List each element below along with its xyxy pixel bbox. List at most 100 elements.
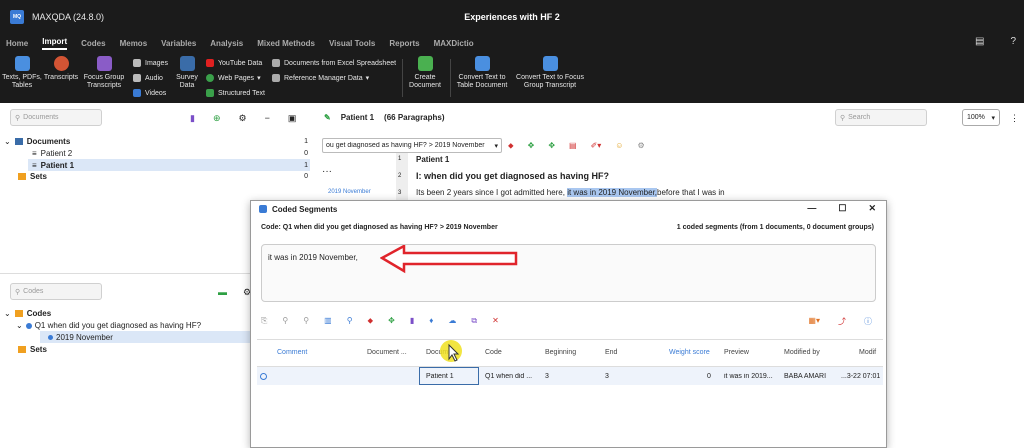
menu-analysis[interactable]: Analysis [210,39,243,48]
images-button[interactable]: Images [133,59,168,67]
cell-weight[interactable]: 0 [707,373,711,380]
menu-home[interactable]: Home [6,39,28,48]
globe-icon [206,74,214,82]
column-header-modified[interactable]: Modif [859,349,876,356]
document-search-input[interactable]: ⚲ Search [835,109,927,126]
highlight-icon[interactable]: ✐▾ [591,141,602,151]
youtube-button[interactable]: YouTube Data [206,59,262,67]
minimize-icon[interactable]: − [265,113,270,124]
menu-variables[interactable]: Variables [161,39,196,48]
code-color-icon[interactable]: ▤ [569,141,577,151]
settings-icon[interactable]: ⚙ [637,141,644,151]
chevron-down-icon: ▾ [257,75,261,82]
column-header-modified-by[interactable]: Modified by [784,349,820,356]
filter-icon[interactable]: ⚲ [282,316,288,326]
web-pages-button[interactable]: Web Pages ▾ [206,74,261,82]
menu-codes[interactable]: Codes [81,39,105,48]
cell-beginning[interactable]: 3 [545,373,549,380]
menu-import[interactable]: Import [42,37,68,50]
document-item-selected[interactable]: ≡ Patient 1 1 [32,160,310,171]
cloud-icon[interactable]: ☁ [448,316,456,326]
delete-icon[interactable]: ✕ [492,316,499,326]
convert-table-button[interactable]: Convert Text to Table Document [454,56,510,90]
save-icon[interactable]: ▤ [975,36,984,47]
code-dropdown[interactable]: ou get diagnosed as having HF? > 2019 No… [322,138,502,153]
red-arrow-annotation [380,245,518,274]
more-icon[interactable]: ··· [322,166,332,177]
cell-document[interactable]: Patient 1 [426,373,454,380]
weight-icon[interactable]: ♦ [429,316,433,326]
copy-icon[interactable]: ⧉ [471,316,477,326]
minimize-icon[interactable]: — [807,203,816,214]
zoom-select[interactable]: 100% ▾ [962,109,1000,126]
texts-pdfs-tables-button[interactable]: Texts, PDFs, Tables [2,56,42,90]
document-icon[interactable]: ▮ [410,316,414,326]
convert-focus-button[interactable]: Convert Text to Focus Group Transcript [514,56,586,90]
survey-data-button[interactable]: Survey Data [174,56,200,90]
document-sets[interactable]: Sets 0 [18,171,310,182]
structured-text-button[interactable]: Structured Text [206,89,265,97]
export-icon[interactable]: ⎘ [261,316,267,326]
documents-search-input[interactable]: ⚲ Documents [10,109,102,126]
texts-label: Texts, PDFs, Tables [2,74,42,89]
documents-root[interactable]: ⌄ Documents 1 [4,136,310,147]
filter-clear-icon[interactable]: ⚲ [303,316,309,326]
code-in-vivo-icon[interactable]: ✥ [548,141,555,151]
margin-code-label[interactable]: 2019 November [328,189,371,195]
columns-icon[interactable]: ▥ [324,316,332,326]
column-header-comment[interactable]: Comment [277,349,307,356]
column-header-document-group[interactable]: Document ... [367,349,407,356]
menu-reports[interactable]: Reports [389,39,419,48]
column-header-beginning[interactable]: Beginning [545,349,576,356]
emoji-icon[interactable]: ☺ [615,141,623,151]
codes-search-input[interactable]: ⚲ Codes [10,283,102,300]
column-header-preview[interactable]: Preview [724,349,749,356]
create-document-button[interactable]: Create Document [404,56,446,90]
code-add-icon[interactable]: ✥ [528,141,535,151]
export-excel-icon[interactable]: ⤴ [838,316,846,327]
subcode-item-selected[interactable]: 2019 November [48,332,113,343]
close-icon[interactable]: ✕ [868,203,876,214]
focus-group-button[interactable]: Focus Group Transcripts [82,56,126,90]
toggle-icon[interactable]: ▬ [218,287,227,298]
cell-modified-by[interactable]: BABA AMARI [784,373,826,380]
cell-code[interactable]: Q1 when did ... [485,373,532,380]
cell-end[interactable]: 3 [605,373,609,380]
column-header-weight[interactable]: Weight score [669,349,710,356]
app-name: MAXQDA (24.8.0) [32,11,105,22]
code-sets[interactable]: Sets [18,344,47,355]
column-header-end[interactable]: End [605,349,617,356]
code-item[interactable]: ⌄ Q1 when did you get diagnosed as havin… [16,320,201,331]
coded-segment-highlight[interactable]: it was in 2019 November, [567,188,658,197]
transcripts-button[interactable]: Transcripts [44,56,78,82]
edit-icon[interactable]: ✎ [324,113,331,122]
codes-root[interactable]: ⌄ Codes [4,308,51,319]
more-icon[interactable]: ⋮ [1010,113,1019,124]
menu-maxdictio[interactable]: MAXDictio [434,39,474,48]
menu-mixed-methods[interactable]: Mixed Methods [257,39,315,48]
maximize-icon[interactable]: ▣ [288,113,297,124]
reference-manager-button[interactable]: Reference Manager Data ▾ [272,74,369,82]
help-icon[interactable]: ⓘ [864,316,872,327]
column-header-code[interactable]: Code [485,349,502,356]
search-icon[interactable]: ⚲ [347,316,353,326]
cell-preview[interactable]: it was in 2019... [724,373,773,380]
help-icon[interactable]: ? [1010,36,1016,47]
code-icon[interactable]: ⬥ [508,141,514,151]
cell-modified[interactable]: ...3-22 07:01 [841,373,881,380]
new-document-icon[interactable]: ▮ [190,113,195,124]
add-icon[interactable]: ⊕ [213,113,221,124]
maximize-icon[interactable]: ☐ [838,203,846,214]
row-radio-icon[interactable] [260,373,267,380]
code-icon[interactable]: ⬥ [368,316,374,326]
videos-button[interactable]: Videos [133,89,166,97]
document-item[interactable]: ≡ Patient 2 0 [32,148,310,159]
menu-memos[interactable]: Memos [120,39,148,48]
gear-icon[interactable]: ⚙ [239,113,247,124]
excel-documents-button[interactable]: Documents from Excel Spreadsheet [272,59,396,67]
audio-button[interactable]: Audio [133,74,163,82]
menu-visual-tools[interactable]: Visual Tools [329,39,375,48]
code-add-icon[interactable]: ✥ [388,316,395,326]
chart-icon[interactable]: ▦▾ [808,316,820,327]
convert-focus-label: Convert Text to Focus Group Transcript [516,74,584,89]
